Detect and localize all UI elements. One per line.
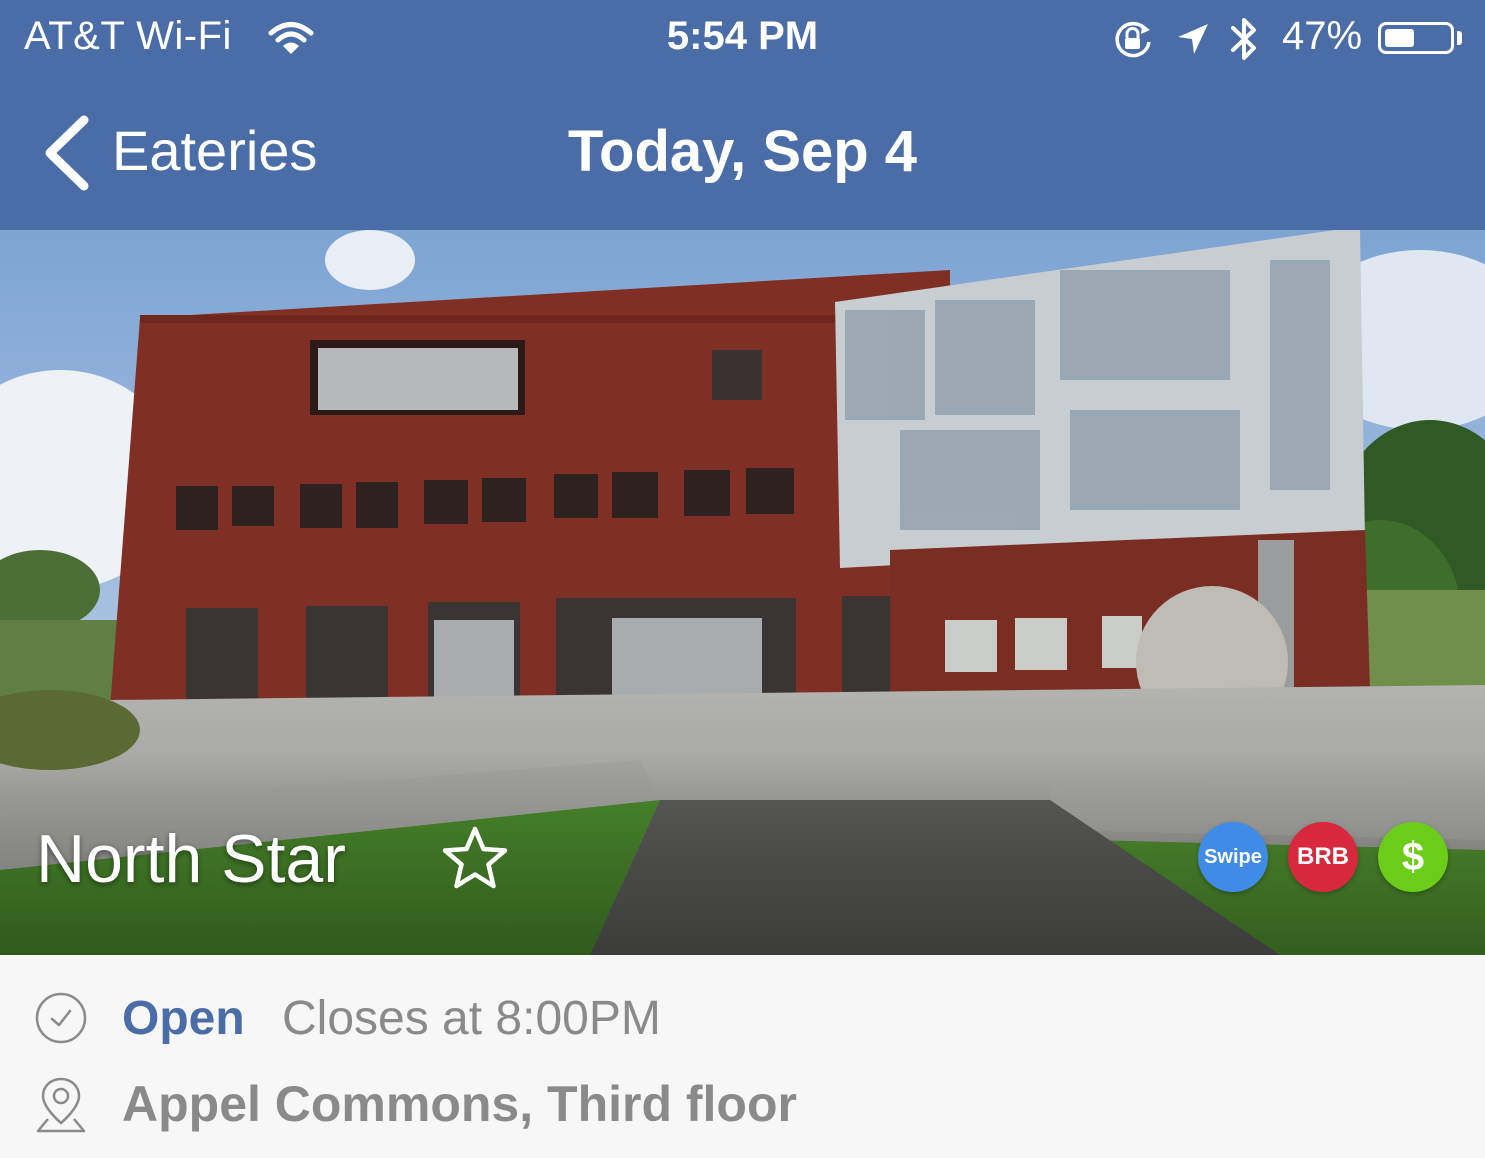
navigation-bar: Eateries Today, Sep 4 — [0, 80, 1485, 230]
eatery-name: North Star — [36, 821, 346, 897]
battery-tip — [1457, 31, 1462, 45]
status-time: 5:54 PM — [666, 14, 819, 58]
clock-icon — [35, 992, 87, 1044]
eatery-info: Open Closes at 8:00PM Appel Commons, Thi… — [0, 955, 1485, 1158]
star-outline-icon[interactable] — [440, 824, 510, 892]
location-text: Appel Commons, Third floor — [122, 1076, 797, 1132]
page-title: Today, Sep 4 — [567, 119, 918, 184]
bluetooth-icon — [1231, 18, 1256, 60]
status-bar: AT&T Wi-Fi 5:54 PM 47% — [0, 0, 1485, 80]
battery-icon — [1378, 22, 1454, 54]
top-bar: AT&T Wi-Fi 5:54 PM 47% Eateries Today, S… — [0, 0, 1485, 230]
cash-badge: $ — [1378, 822, 1448, 892]
map-pin-icon — [36, 1077, 86, 1133]
rotation-lock-icon — [1115, 21, 1151, 58]
swipe-badge: Swipe — [1198, 822, 1268, 892]
eatery-photo: North Star Swipe BRB $ — [0, 230, 1485, 955]
location-arrow-icon — [1178, 24, 1208, 54]
closing-time: Closes at 8:00PM — [282, 992, 661, 1045]
brb-badge: BRB — [1288, 822, 1358, 892]
battery-percent: 47% — [1282, 14, 1363, 58]
open-status: Open — [122, 992, 245, 1045]
